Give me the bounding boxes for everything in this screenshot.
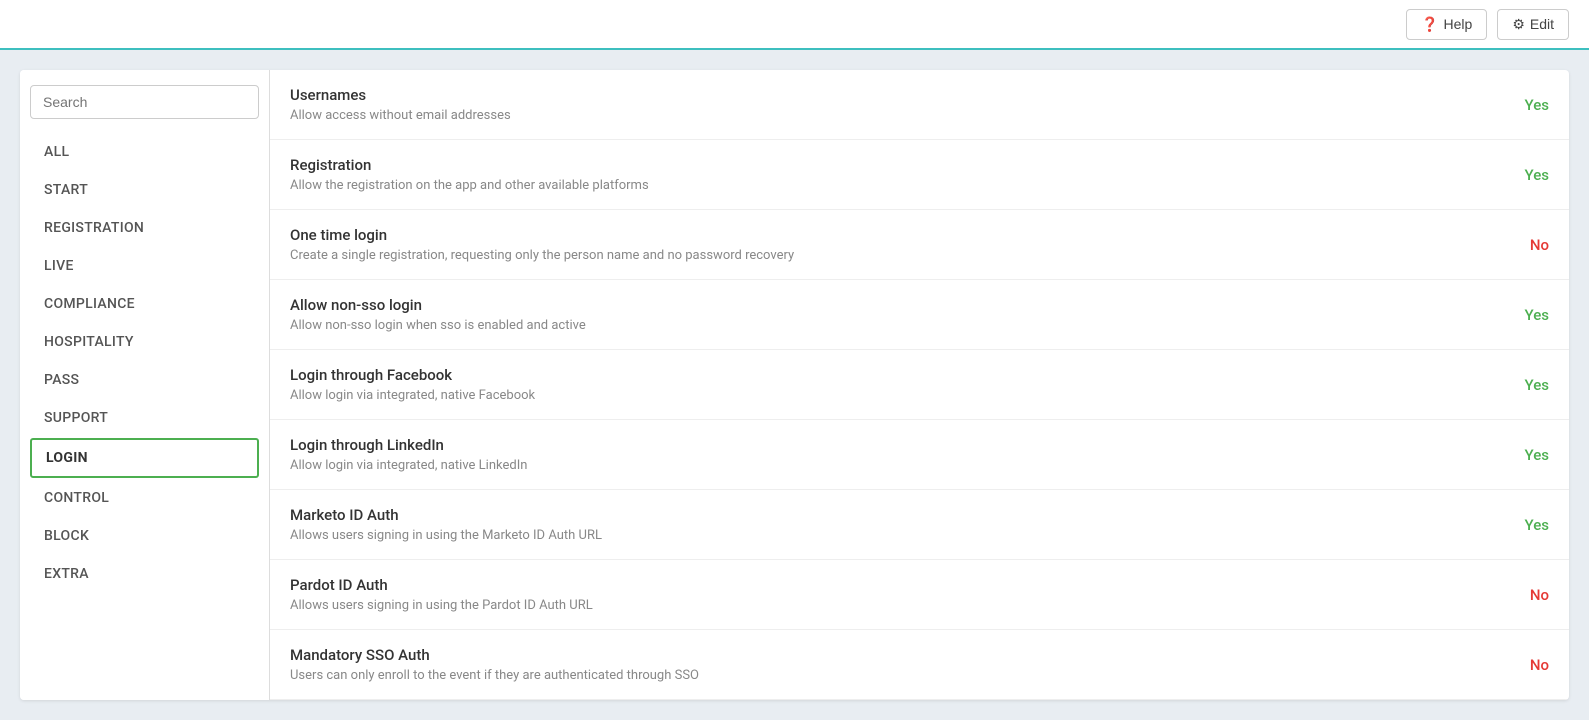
help-button[interactable]: ❓ Help — [1406, 9, 1487, 40]
sidebar-item-extra[interactable]: EXTRA — [30, 556, 259, 592]
help-label: Help — [1444, 16, 1473, 32]
feature-title: One time login — [290, 226, 1509, 244]
sidebar-item-support[interactable]: SUPPORT — [30, 400, 259, 436]
sidebar-item-hospitality[interactable]: HOSPITALITY — [30, 324, 259, 360]
sidebar-item-control[interactable]: CONTROL — [30, 480, 259, 516]
nav-list: ALLSTARTREGISTRATIONLIVECOMPLIANCEHOSPIT… — [30, 134, 259, 592]
sidebar-item-block[interactable]: BLOCK — [30, 518, 259, 554]
feature-row[interactable]: Marketo ID Auth Allows users signing in u… — [270, 490, 1569, 560]
feature-title: Pardot ID Auth — [290, 576, 1509, 594]
feature-row[interactable]: Mandatory SSO Auth Users can only enroll … — [270, 630, 1569, 700]
feature-row[interactable]: Login through LinkedIn Allow login via in… — [270, 420, 1569, 490]
feature-title: Mandatory SSO Auth — [290, 646, 1509, 664]
search-input[interactable] — [30, 85, 259, 119]
feature-value: Yes — [1509, 306, 1549, 324]
feature-info: One time login Create a single registrati… — [290, 226, 1509, 263]
feature-info: Mandatory SSO Auth Users can only enroll … — [290, 646, 1509, 683]
feature-title: Allow non-sso login — [290, 296, 1509, 314]
feature-row[interactable]: Usernames Allow access without email addr… — [270, 70, 1569, 140]
sidebar-item-compliance[interactable]: COMPLIANCE — [30, 286, 259, 322]
sidebar-item-pass[interactable]: PASS — [30, 362, 259, 398]
feature-value: Yes — [1509, 376, 1549, 394]
feature-value: No — [1509, 586, 1549, 604]
feature-description: Create a single registration, requesting… — [290, 248, 1509, 263]
feature-row[interactable]: Pardot ID Auth Allows users signing in us… — [270, 560, 1569, 630]
sidebar: ALLSTARTREGISTRATIONLIVECOMPLIANCEHOSPIT… — [20, 70, 270, 700]
sidebar-item-live[interactable]: LIVE — [30, 248, 259, 284]
gear-icon: ⚙ — [1512, 16, 1525, 33]
feature-info: Login through LinkedIn Allow login via in… — [290, 436, 1509, 473]
main-layout: ALLSTARTREGISTRATIONLIVECOMPLIANCEHOSPIT… — [20, 70, 1569, 700]
feature-description: Allows users signing in using the Pardot… — [290, 598, 1509, 613]
feature-value: Yes — [1509, 516, 1549, 534]
content-area[interactable]: Usernames Allow access without email addr… — [270, 70, 1569, 700]
feature-title: Registration — [290, 156, 1509, 174]
feature-info: Login through Facebook Allow login via in… — [290, 366, 1509, 403]
sidebar-item-all[interactable]: ALL — [30, 134, 259, 170]
feature-value: Yes — [1509, 96, 1549, 114]
feature-title: Marketo ID Auth — [290, 506, 1509, 524]
feature-info: Usernames Allow access without email addr… — [290, 86, 1509, 123]
feature-row[interactable]: Login through Facebook Allow login via in… — [270, 350, 1569, 420]
feature-title: Login through LinkedIn — [290, 436, 1509, 454]
feature-value: No — [1509, 656, 1549, 674]
feature-info: Pardot ID Auth Allows users signing in us… — [290, 576, 1509, 613]
feature-row[interactable]: Allow non-sso login Allow non-sso login w… — [270, 280, 1569, 350]
feature-description: Allow non-sso login when sso is enabled … — [290, 318, 1509, 333]
feature-info: Allow non-sso login Allow non-sso login w… — [290, 296, 1509, 333]
edit-label: Edit — [1530, 16, 1554, 32]
edit-button[interactable]: ⚙ Edit — [1497, 9, 1569, 40]
feature-description: Allow the registration on the app and ot… — [290, 178, 1509, 193]
feature-info: Registration Allow the registration on th… — [290, 156, 1509, 193]
feature-list: Usernames Allow access without email addr… — [270, 70, 1569, 700]
top-bar: ❓ Help ⚙ Edit — [0, 0, 1589, 50]
sidebar-item-registration[interactable]: REGISTRATION — [30, 210, 259, 246]
feature-description: Allow login via integrated, native Linke… — [290, 458, 1509, 473]
feature-row[interactable]: Registration Allow the registration on th… — [270, 140, 1569, 210]
feature-description: Allow login via integrated, native Faceb… — [290, 388, 1509, 403]
feature-row[interactable]: One time login Create a single registrati… — [270, 210, 1569, 280]
feature-title: Login through Facebook — [290, 366, 1509, 384]
feature-description: Allows users signing in using the Market… — [290, 528, 1509, 543]
feature-info: Marketo ID Auth Allows users signing in u… — [290, 506, 1509, 543]
feature-value: Yes — [1509, 446, 1549, 464]
feature-description: Users can only enroll to the event if th… — [290, 668, 1509, 683]
sidebar-item-login[interactable]: LOGIN — [30, 438, 259, 478]
help-icon: ❓ — [1421, 16, 1438, 33]
feature-description: Allow access without email addresses — [290, 108, 1509, 123]
feature-value: Yes — [1509, 166, 1549, 184]
feature-title: Usernames — [290, 86, 1509, 104]
feature-value: No — [1509, 236, 1549, 254]
sidebar-item-start[interactable]: START — [30, 172, 259, 208]
